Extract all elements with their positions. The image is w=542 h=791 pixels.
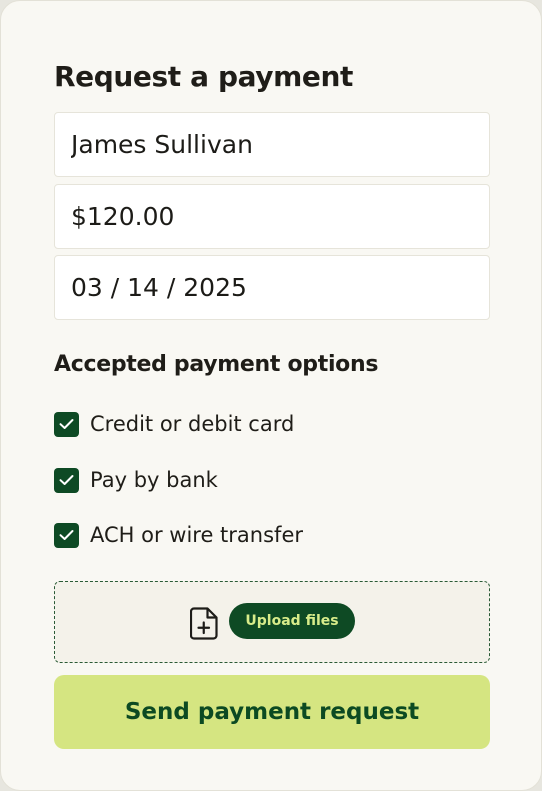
option-pay-by-bank[interactable]: Pay by bank <box>54 466 218 494</box>
checkbox-ach-wire-transfer[interactable] <box>54 522 79 548</box>
amount-field[interactable] <box>54 184 490 249</box>
send-payment-request-button[interactable]: Send payment request <box>54 675 490 749</box>
checkbox-credit-debit-card[interactable] <box>54 411 79 437</box>
payment-request-card: Request a payment Accepted payment optio… <box>0 0 542 791</box>
check-icon <box>59 475 74 485</box>
checkbox-pay-by-bank[interactable] <box>54 467 79 493</box>
option-label: ACH or wire transfer <box>90 523 303 547</box>
option-credit-debit-card[interactable]: Credit or debit card <box>54 410 294 438</box>
file-upload-dropzone[interactable]: Upload files <box>54 581 490 663</box>
payment-options-title: Accepted payment options <box>54 352 379 377</box>
option-label: Pay by bank <box>90 468 218 492</box>
file-add-icon <box>189 607 219 641</box>
option-label: Credit or debit card <box>90 412 295 436</box>
check-icon <box>59 530 74 540</box>
option-ach-wire-transfer[interactable]: ACH or wire transfer <box>54 521 303 549</box>
check-icon <box>59 419 74 429</box>
upload-files-button[interactable]: Upload files <box>229 603 355 639</box>
form-title: Request a payment <box>54 60 353 93</box>
name-field[interactable] <box>54 112 490 177</box>
date-field[interactable] <box>54 255 490 320</box>
